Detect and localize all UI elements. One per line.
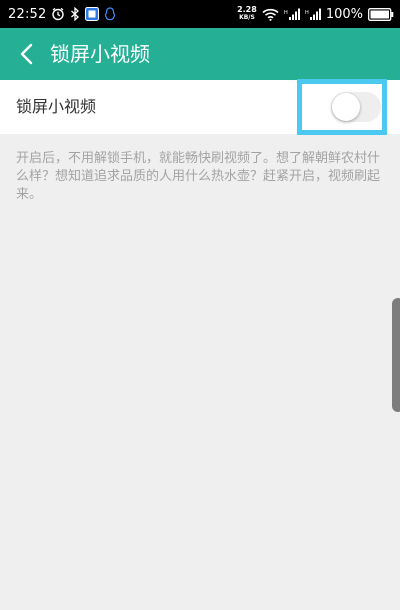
network-speed: 2.28 KB/S [237, 6, 257, 22]
status-bar: 22:52 2.28 KB/S H H 100% [0, 0, 400, 28]
screen: 22:52 2.28 KB/S H H 100% 锁屏小视频 锁屏小视频 开启后… [0, 0, 400, 610]
app-header: 锁屏小视频 [0, 28, 400, 80]
edge-panel-handle[interactable] [392, 298, 400, 412]
page-title: 锁屏小视频 [50, 42, 150, 66]
battery-percent: 100% [325, 6, 363, 22]
status-bar-right: 2.28 KB/S H H 100% [237, 0, 394, 28]
app-notification-icon [85, 7, 100, 21]
signal-icon-2: H [305, 8, 321, 21]
battery-icon [368, 7, 394, 21]
qq-icon [104, 7, 116, 21]
chevron-left-icon [19, 43, 33, 65]
signal-icon: H [284, 8, 300, 21]
bluetooth-icon [70, 7, 80, 21]
back-button[interactable] [8, 36, 44, 72]
status-time: 22:52 [8, 6, 47, 22]
toggle-knob [332, 93, 360, 121]
setting-description: 开启后，不用解锁手机，就能畅快刷视频了。想了解朝鲜农村什么样？想知道追求品质的人… [16, 151, 381, 202]
network-speed-value: 2.28 [237, 5, 257, 14]
setting-label: 锁屏小视频 [16, 97, 97, 116]
status-bar-left: 22:52 [8, 0, 116, 28]
svg-text:H: H [305, 10, 309, 16]
svg-text:H: H [284, 10, 288, 16]
alarm-icon [51, 7, 65, 21]
lockscreen-video-toggle[interactable] [331, 92, 381, 122]
network-speed-unit: KB/S [239, 14, 255, 21]
wifi-icon [262, 8, 279, 21]
